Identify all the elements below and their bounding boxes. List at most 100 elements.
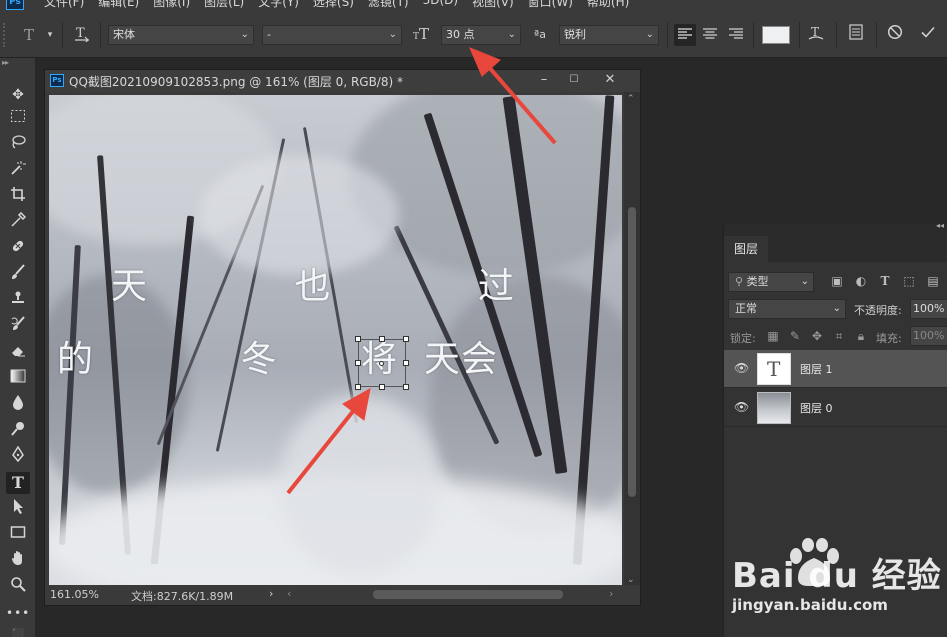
transform-center-point[interactable] [379,361,384,366]
horizontal-scroll-thumb[interactable] [373,590,563,599]
toggle-text-orientation-icon[interactable]: T [71,24,93,46]
default-colors-icon[interactable]: ⬛ [6,624,30,637]
tab-layers[interactable]: 图层 [724,236,768,262]
font-family-select[interactable]: 宋体 ⌄ [108,25,254,45]
menu-item[interactable]: 滤镜(T) [368,0,409,10]
menu-item[interactable]: 帮助(H) [587,0,629,10]
minimize-icon[interactable]: – [535,71,553,89]
opacity-input[interactable]: 100% [910,299,947,319]
filter-type-icon[interactable]: T [878,274,892,288]
align-center-button[interactable] [699,24,721,46]
text-color-swatch[interactable] [762,26,790,44]
transform-handle[interactable] [403,360,409,366]
font-style-select[interactable]: - ⌄ [262,25,402,45]
antialias-select[interactable]: 锐利 ⌄ [559,25,659,45]
hand-tool-icon[interactable] [6,550,30,572]
marquee-tool-icon[interactable] [6,108,30,130]
scroll-right-icon[interactable]: › [609,587,613,600]
magic-wand-tool-icon[interactable] [6,160,30,182]
menu-item[interactable]: 窗口(W) [528,0,573,10]
eyedropper-tool-icon[interactable] [6,211,30,234]
filter-smart-object-icon[interactable]: ▤ [926,274,940,288]
lock-artboard-icon[interactable]: ⌗ [832,329,846,344]
layer-filter-select[interactable]: ⚲ 类型 ⌄ [728,272,814,292]
menu-item[interactable]: 编辑(E) [98,0,139,10]
align-right-button[interactable] [725,24,747,46]
menu-item[interactable]: 图层(L) [204,0,244,10]
type-tool-preset-icon[interactable]: T [18,24,40,46]
dodge-tool-icon[interactable] [6,420,30,442]
vertical-scrollbar[interactable]: ⌃ ⌄ [624,92,640,587]
zoom-level[interactable]: 161.05% [50,588,99,601]
status-menu-arrow-icon[interactable]: › [269,587,273,600]
crop-tool-icon[interactable] [6,186,30,208]
collapse-panel-icon[interactable]: ◂◂ [936,221,944,230]
canvas[interactable]: 天 也 过 去 了 的 冬 天 将 会 来 [49,95,622,587]
blend-mode-select[interactable]: 正常 ⌄ [728,299,846,319]
options-grip[interactable] [3,23,7,47]
canvas-text-line-2a: 的 冬 天 [57,339,528,380]
document-tab[interactable]: Ps QQ截图20210909102853.png @ 161% (图层 0, … [45,70,640,92]
close-icon[interactable]: ✕ [601,71,619,89]
menu-item[interactable]: 文件(F) [44,0,84,10]
type-tool-icon[interactable]: T [6,472,30,494]
blur-tool-icon[interactable] [6,394,30,416]
layer-row-image[interactable]: 👁︎ 图层 0 [724,389,947,427]
warp-text-icon[interactable]: T [805,24,827,46]
history-brush-tool-icon[interactable] [6,316,30,338]
menu-item[interactable]: 3D(D) [423,0,458,10]
filter-pixel-icon[interactable]: ▣ [830,274,844,288]
commit-edit-icon[interactable] [917,24,939,46]
clone-stamp-tool-icon[interactable] [6,290,30,312]
vertical-scroll-thumb[interactable] [628,207,636,497]
scroll-left-icon[interactable]: ‹ [287,587,291,600]
lock-all-icon[interactable]: 🔒︎ [854,329,868,344]
move-tool-icon[interactable]: ✥ [6,84,30,106]
more-tools-icon[interactable]: ••• [6,602,30,624]
zoom-tool-icon[interactable] [6,576,30,598]
gradient-tool-icon[interactable] [6,368,30,390]
chevron-down-icon: ⌄ [645,29,654,40]
options-bar: T ▾ T 宋体 ⌄ - ⌄ TT 30 点 ⌄ ªa 锐利 ⌄ T [0,12,947,58]
lock-image-icon[interactable]: ✎ [788,329,802,343]
lock-label: 锁定: [730,332,756,345]
maximize-icon[interactable]: ☐ [565,71,583,89]
eye-icon[interactable]: 👁︎ [734,361,749,375]
rectangle-tool-icon[interactable] [6,524,30,546]
transform-handle[interactable] [355,360,361,366]
filter-shape-icon[interactable]: ⬚ [902,274,916,288]
menu-item[interactable]: 图像(I) [153,0,190,10]
transform-handle[interactable] [355,384,361,390]
scroll-up-icon[interactable]: ⌃ [627,94,635,104]
fill-input[interactable]: 100% [910,326,947,346]
transform-handle[interactable] [379,336,385,342]
scroll-down-icon[interactable]: ⌄ [627,575,635,585]
transform-handle[interactable] [403,384,409,390]
preset-dropdown-icon[interactable]: ▾ [39,24,61,46]
align-left-button[interactable] [674,24,696,46]
transform-handle[interactable] [403,336,409,342]
lock-transparent-icon[interactable]: ▦ [766,329,780,343]
menu-item[interactable]: 视图(V) [472,0,514,10]
brush-tool-icon[interactable] [6,264,30,286]
layer-name[interactable]: 图层 0 [800,400,833,416]
lock-position-icon[interactable]: ✥ [810,329,824,343]
menu-item[interactable]: 文字(Y) [258,0,299,10]
eraser-tool-icon[interactable] [6,342,30,364]
character-panel-icon[interactable] [845,24,867,46]
layer-name[interactable]: 图层 1 [800,361,833,377]
transform-handle[interactable] [379,384,385,390]
filter-adjustment-icon[interactable]: ◐ [854,274,868,288]
cancel-edit-icon[interactable] [884,24,906,46]
eye-icon[interactable]: 👁︎ [734,400,749,414]
pen-tool-icon[interactable] [6,445,30,468]
collapse-toolbox-icon[interactable]: ▸▸ [2,58,9,67]
font-size-select[interactable]: 30 点 ⌄ [441,25,521,45]
healing-brush-tool-icon[interactable] [6,238,30,260]
layer-row-text[interactable]: 👁︎ T 图层 1 [724,350,947,388]
lasso-tool-icon[interactable] [6,134,30,156]
menu-item[interactable]: 选择(S) [313,0,354,10]
transform-handle[interactable] [355,336,361,342]
path-selection-tool-icon[interactable] [6,498,30,520]
document-title: QQ截图20210909102853.png @ 161% (图层 0, RGB… [69,75,403,89]
